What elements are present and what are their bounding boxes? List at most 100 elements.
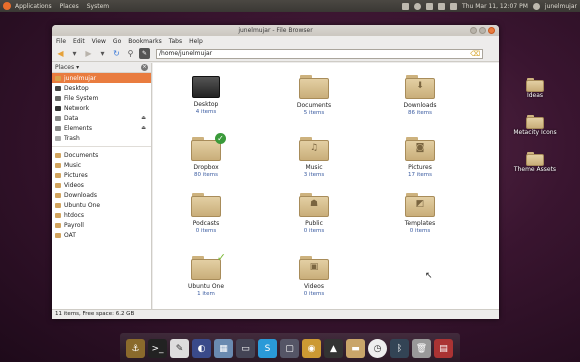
- menu-edit[interactable]: Edit: [73, 38, 85, 45]
- location-field[interactable]: /home/junelmujar ⌫: [156, 48, 483, 59]
- chat-icon[interactable]: [414, 2, 422, 10]
- file-item-ubuntu-one[interactable]: ✓ Ubuntu One 1 item: [176, 251, 236, 297]
- reload-icon[interactable]: ↻: [111, 48, 122, 59]
- places-dropdown-icon[interactable]: ▾: [76, 64, 79, 71]
- sidebar-item-data[interactable]: Data ⏏: [52, 113, 151, 123]
- file-item-pictures[interactable]: ◙ Pictures 17 items: [390, 137, 450, 178]
- maximize-button[interactable]: [479, 27, 486, 34]
- anchor-icon[interactable]: ⚓: [126, 339, 145, 358]
- sidebar-item-network[interactable]: Network: [52, 103, 151, 113]
- forward-arrow-icon[interactable]: ▶: [83, 48, 94, 59]
- terminal-icon[interactable]: >_: [148, 339, 167, 358]
- virtualbox-icon[interactable]: ▦: [214, 339, 233, 358]
- top-panel: Applications Places System Thu Mar 11, 1…: [0, 0, 580, 12]
- file-name: Podcasts: [192, 220, 220, 227]
- places-menu[interactable]: Places: [60, 3, 79, 10]
- file-item-music[interactable]: ♫ Music 3 items: [284, 137, 344, 178]
- file-name: Videos: [304, 283, 324, 290]
- clock[interactable]: Thu Mar 11, 12:07 PM: [462, 3, 528, 10]
- battery-icon[interactable]: [438, 2, 446, 10]
- desktop-icon-ideas[interactable]: Ideas: [505, 78, 565, 99]
- file-name: Ubuntu One: [187, 283, 225, 290]
- eject-icon[interactable]: ⏏: [141, 125, 146, 131]
- forward-dropdown-icon[interactable]: ▾: [97, 48, 108, 59]
- system-menu[interactable]: System: [87, 3, 109, 10]
- applications-menu[interactable]: Applications: [15, 3, 52, 10]
- folder-icon[interactable]: ▬: [346, 339, 365, 358]
- music-folder-icon: ♫: [299, 137, 329, 161]
- bluetooth-icon[interactable]: ᛒ: [390, 339, 409, 358]
- sidebar-header[interactable]: Places ▾ ×: [52, 63, 151, 73]
- folder-icon: [55, 222, 61, 228]
- presentation-icon[interactable]: ▤: [434, 339, 453, 358]
- mouse-cursor-icon: ↖: [425, 271, 433, 281]
- folder-icon: [55, 152, 61, 158]
- window-titlebar[interactable]: junelmujar - File Browser: [52, 25, 499, 36]
- edit-location-icon[interactable]: ✎: [139, 48, 150, 59]
- desktop-folder-icon: [192, 76, 220, 98]
- sidebar-close-icon[interactable]: ×: [141, 64, 148, 71]
- file-item-podcasts[interactable]: Podcasts 0 items: [176, 193, 236, 234]
- file-item-documents[interactable]: Documents 5 items: [284, 75, 344, 116]
- bookmark-htdocs[interactable]: htdocs: [52, 210, 151, 220]
- file-item-desktop[interactable]: Desktop 4 items: [176, 75, 236, 115]
- file-count: 1 item: [197, 291, 215, 297]
- file-count: 5 items: [303, 110, 325, 116]
- menu-bookmarks[interactable]: Bookmarks: [128, 38, 162, 45]
- bookmark-downloads[interactable]: Downloads: [52, 190, 151, 200]
- back-arrow-icon[interactable]: ◀: [55, 48, 66, 59]
- skype-icon[interactable]: S: [258, 339, 277, 358]
- eject-icon[interactable]: ⏏: [141, 115, 146, 121]
- back-dropdown-icon[interactable]: ▾: [69, 48, 80, 59]
- clock-icon[interactable]: ◷: [368, 339, 387, 358]
- text-editor-icon[interactable]: ✎: [170, 339, 189, 358]
- search-icon[interactable]: ⚲: [125, 48, 136, 59]
- menu-go[interactable]: Go: [113, 38, 121, 45]
- bookmark-music[interactable]: Music: [52, 160, 151, 170]
- bookmark-documents[interactable]: Documents: [52, 150, 151, 160]
- minimize-button[interactable]: [470, 27, 477, 34]
- file-count: 0 items: [303, 228, 325, 234]
- menu-help[interactable]: Help: [189, 38, 203, 45]
- file-item-videos[interactable]: ▣ Videos 0 items: [284, 256, 344, 297]
- user-name[interactable]: junelmujar: [545, 3, 577, 10]
- sidebar-item-filesystem[interactable]: File System: [52, 93, 151, 103]
- trash-icon[interactable]: 🗑: [412, 339, 431, 358]
- user-icon[interactable]: [532, 2, 540, 10]
- bookmark-payroll[interactable]: Payroll: [52, 220, 151, 230]
- desktop-icon[interactable]: ▭: [236, 339, 255, 358]
- network-icon[interactable]: [426, 2, 434, 10]
- bookmark-pictures[interactable]: Pictures: [52, 170, 151, 180]
- desktop-icon-metacity-icons[interactable]: Metacity Icons: [505, 115, 565, 136]
- desktop-icon-label: Metacity Icons: [513, 129, 557, 136]
- desktop-icon-theme-assets[interactable]: Theme Assets: [505, 152, 565, 173]
- inkscape-icon[interactable]: ▲: [324, 339, 343, 358]
- volume-icon[interactable]: [450, 2, 458, 10]
- monitor-icon[interactable]: ▢: [280, 339, 299, 358]
- bookmark-videos[interactable]: Videos: [52, 180, 151, 190]
- desktop-icon: [55, 85, 61, 91]
- sidebar-item-home[interactable]: junelmujar: [52, 73, 151, 83]
- file-item-templates[interactable]: ◩ Templates 0 items: [390, 193, 450, 234]
- clear-location-icon[interactable]: ⌫: [470, 50, 480, 58]
- ubuntu-logo-icon[interactable]: [3, 2, 11, 10]
- sidebar-item-label: Network: [64, 104, 90, 112]
- chrome-icon[interactable]: ◉: [302, 339, 321, 358]
- menu-tabs[interactable]: Tabs: [169, 38, 182, 45]
- sidebar-item-desktop[interactable]: Desktop: [52, 83, 151, 93]
- location-path: /home/junelmujar: [159, 49, 213, 57]
- sidebar-item-trash[interactable]: Trash: [52, 133, 151, 143]
- file-item-dropbox[interactable]: ✓ Dropbox 80 items: [176, 133, 236, 178]
- menu-file[interactable]: File: [56, 38, 66, 45]
- sidebar-item-elements[interactable]: Elements ⏏: [52, 123, 151, 133]
- file-item-downloads[interactable]: ⬇ Downloads 86 items: [390, 75, 450, 116]
- close-button[interactable]: [488, 27, 495, 34]
- folder-icon: [55, 172, 61, 178]
- sidebar-item-label: Elements: [64, 124, 92, 132]
- bookmark-ubuntu-one[interactable]: Ubuntu One: [52, 200, 151, 210]
- bookmark-oat[interactable]: OAT: [52, 230, 151, 240]
- file-item-public[interactable]: ☗ Public 0 items: [284, 193, 344, 234]
- mail-icon[interactable]: [402, 2, 410, 10]
- menu-view[interactable]: View: [92, 38, 106, 45]
- music-player-icon[interactable]: ◐: [192, 339, 211, 358]
